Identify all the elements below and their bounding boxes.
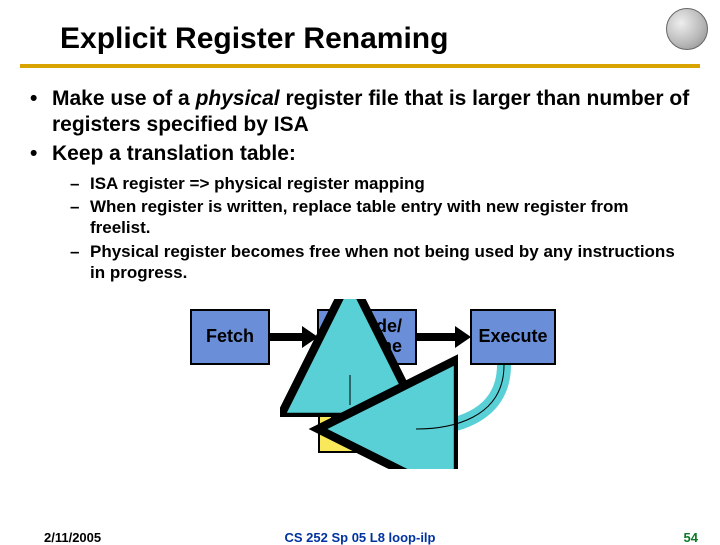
bullet-1-italic: physical	[196, 87, 280, 110]
rename-table-box: RenameTable	[318, 405, 408, 453]
fetch-box: Fetch	[190, 309, 270, 365]
footer-slide-number: 54	[684, 530, 698, 545]
bullet-2-text: Keep a translation table:	[52, 142, 296, 165]
bullet-1: Make use of a physical register file tha…	[30, 86, 690, 137]
content-area: Make use of a physical register file tha…	[0, 68, 720, 469]
arrow-fetch-to-decode	[270, 333, 304, 341]
bullet-2: Keep a translation table: ISA register =…	[30, 141, 690, 283]
university-seal-icon	[666, 8, 708, 50]
sub-bullet-1: ISA register => physical register mappin…	[52, 173, 690, 194]
main-bullet-list: Make use of a physical register file tha…	[30, 86, 690, 283]
sub-bullet-2: When register is written, replace table …	[52, 196, 690, 239]
sub-bullet-3: Physical register becomes free when not …	[52, 241, 690, 284]
bullet-1-text-a: Make use of a	[52, 87, 196, 110]
arrow-decode-to-execute	[417, 333, 457, 341]
execute-box: Execute	[470, 309, 556, 365]
pipeline-diagram: Fetch Decode/Rename Execute RenameTable	[30, 299, 690, 469]
footer-course: CS 252 Sp 05 L8 loop-ilp	[0, 530, 720, 545]
slide-title: Explicit Register Renaming	[0, 0, 720, 64]
sub-bullet-list: ISA register => physical register mappin…	[52, 173, 690, 283]
decode-rename-box: Decode/Rename	[317, 309, 417, 365]
